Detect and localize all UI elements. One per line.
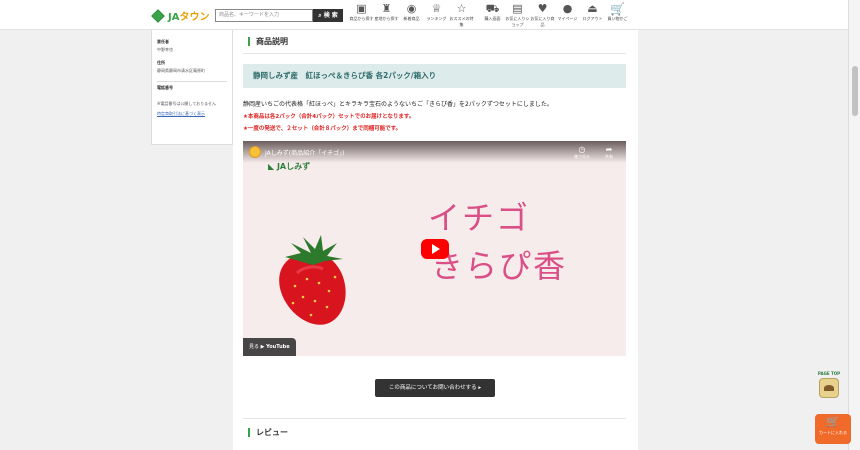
ja-shimizu-brand: ◣ JAしみず <box>268 162 311 171</box>
strawberry-image <box>279 235 346 325</box>
nav-products[interactable]: ▣ 商品から探す <box>349 2 374 28</box>
ranking-icon: ♕ <box>431 2 442 15</box>
search-button[interactable]: ⌕ 検 索 <box>313 9 343 22</box>
user-icon: ● <box>562 2 573 15</box>
new-icon: ◉ <box>406 2 417 15</box>
nav-mypage[interactable]: ● マイページ <box>555 2 580 28</box>
page-top-label: PAGE TOP <box>817 371 841 376</box>
cart-icon: ⛟ <box>485 2 500 15</box>
search-icon: ⌕ <box>318 12 322 19</box>
channel-avatar[interactable] <box>249 146 261 158</box>
product-video[interactable]: JAしみず(商品紹介「イチゴ」) ◷ 後で見る ➦ 共有 ◣ JAしみず イチゴ き… <box>243 141 626 356</box>
address-value: 静岡県静岡市清水区庵原町 <box>157 68 205 73</box>
nav-fav-items[interactable]: ♥ お気に入り商品 <box>530 2 555 28</box>
address-label: 住所 <box>157 60 165 65</box>
phone-note: ※電話番号は公開しておりません <box>157 101 216 106</box>
shop-info-sidebar: 責任者 中野幸也 住所 静岡県静岡市清水区庵原町 電話番号 ※電話番号は公開して… <box>151 30 233 145</box>
logo-ja-text: JA <box>168 12 180 23</box>
video-text-ichigo: イチゴ <box>428 199 531 237</box>
review-rule <box>243 418 626 419</box>
page-top-button[interactable]: PAGE TOP <box>814 371 844 405</box>
clock-icon: ◷ <box>578 145 586 154</box>
scrollbar[interactable] <box>848 0 860 450</box>
share-button[interactable]: ➦ 共有 <box>599 145 619 160</box>
section-rule <box>243 53 626 54</box>
share-icon: ➦ <box>605 145 613 154</box>
produce-icon: ▣ <box>356 2 367 15</box>
nav-region[interactable]: ♜ 産地から探す <box>374 2 399 28</box>
cart-icon: 🛒 <box>826 415 840 428</box>
recommend-icon: ☆ <box>456 2 467 15</box>
scrollbar-thumb[interactable] <box>852 66 858 116</box>
product-description: 静岡産いちごの代表格「紅ほっぺ」とキラキラ宝石のようないちご「きらぴ香」を2パッ… <box>243 101 553 108</box>
play-button[interactable] <box>421 239 449 259</box>
responsible-label: 責任者 <box>157 39 169 44</box>
shop-icon: ▤ <box>512 2 523 15</box>
search-input[interactable]: 商品名、キーワードを入力 <box>215 9 313 22</box>
nav-logout[interactable]: ⏏ ログアウト <box>580 2 605 28</box>
site-header: JAタウン 商品名、キーワードを入力 ⌕ 検 索 ▣ 商品から探す ♜ 産地から探す… <box>0 0 848 30</box>
review-title: レビュー <box>248 428 288 437</box>
video-title[interactable]: JAしみず(商品紹介「イチゴ」) <box>265 148 344 157</box>
youtube-icon: ▶ <box>260 344 265 350</box>
responsible-value: 中野幸也 <box>157 47 173 52</box>
nav-new[interactable]: ◉ 新着商品 <box>399 2 424 28</box>
add-to-cart-button[interactable]: 🛒 カートに入れる <box>815 414 851 444</box>
divider <box>157 81 227 82</box>
header-nav: ▣ 商品から探す ♜ 産地から探す ◉ 新着商品 ♕ ランキング ☆ おススメの特集 ⛟ 購… <box>349 2 630 28</box>
ja-town-logo[interactable]: JAタウン <box>151 8 210 23</box>
add-to-cart-label: カートに入れる <box>819 430 847 435</box>
inquiry-button[interactable]: この商品についてお問い合わせする ▸ <box>375 379 495 397</box>
logo-town-text: タウン <box>179 12 210 23</box>
nav-fav-shop[interactable]: ▤ お気に入りショップ <box>505 2 530 28</box>
product-main: 商品説明 静岡しみず産 紅ほっぺ＆きらぴ香 各2パック/箱入り 静岡産いちごの代… <box>233 30 638 450</box>
watch-on-youtube[interactable]: 見る ▶ YouTube <box>243 338 296 356</box>
note-set: ★本商品は各2パック（合計4パック）セットでのお届けとなります。 <box>243 114 415 120</box>
nav-ranking[interactable]: ♕ ランキング <box>424 2 449 28</box>
logout-icon: ⏏ <box>587 2 598 15</box>
region-icon: ♜ <box>381 2 392 15</box>
logo-cube-icon <box>151 8 165 23</box>
note-shipping: ★一度の発送で、２セット（合計８パック）まで同梱可能です。 <box>243 126 402 132</box>
legal-notice-link[interactable]: 特定商取引法に基づく表示 <box>157 111 227 117</box>
basket-icon: 🛒 <box>610 2 625 16</box>
nav-recommend[interactable]: ☆ おススメの特集 <box>449 2 474 28</box>
heart-icon: ♥ <box>537 2 548 15</box>
nav-purchase[interactable]: ⛟ 購入画面 <box>480 2 505 28</box>
ja-mark-icon: ◣ <box>268 162 275 171</box>
chevron-right-icon: ▸ <box>478 385 482 391</box>
nav-basket[interactable]: 🛒 買い物かご <box>605 2 630 28</box>
phone-label: 電話番号 <box>157 85 173 90</box>
section-title: 商品説明 <box>248 37 288 46</box>
watch-later-button[interactable]: ◷ 後で見る <box>572 145 592 160</box>
product-title: 静岡しみず産 紅ほっぺ＆きらぴ香 各2パック/箱入り <box>243 64 626 88</box>
page-top-icon <box>819 378 839 398</box>
video-text-kirapika: きらぴ香 <box>431 247 568 285</box>
search-button-label: 検 索 <box>323 12 338 19</box>
